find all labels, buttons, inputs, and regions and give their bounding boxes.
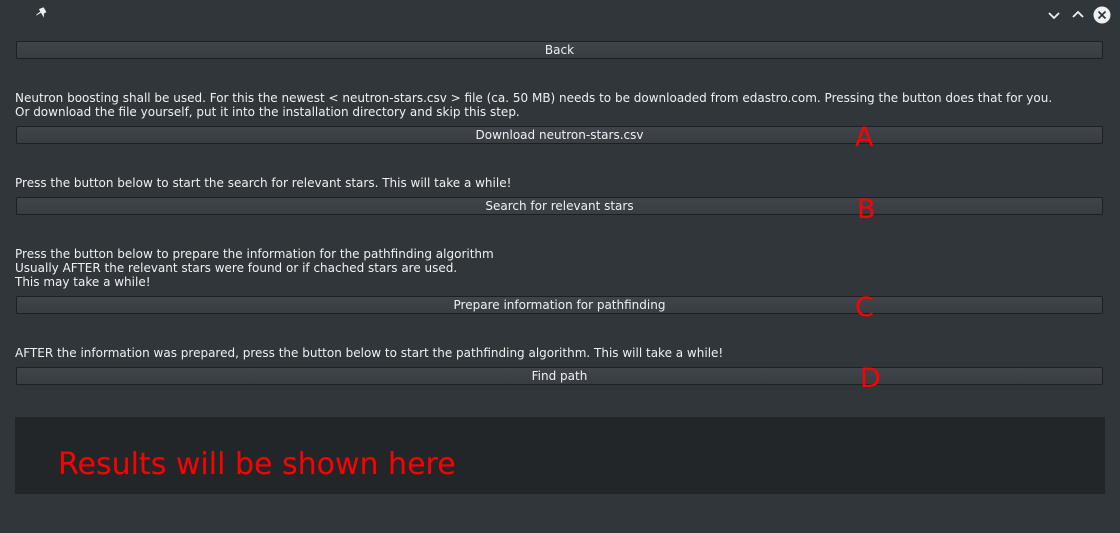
download-description-line1: Neutron boosting shall be used. For this… — [15, 91, 1053, 105]
prepare-description-line2: Usually AFTER the relevant stars were fo… — [15, 261, 458, 275]
annotation-marker-a: A — [855, 122, 874, 153]
chevron-down-icon[interactable] — [1045, 6, 1063, 24]
close-icon[interactable] — [1093, 6, 1111, 24]
download-neutron-stars-button[interactable]: Download neutron-stars.csv — [16, 126, 1103, 144]
prepare-description-line1: Press the button below to prepare the in… — [15, 247, 494, 261]
pin-icon[interactable] — [35, 6, 49, 22]
annotation-marker-d: D — [860, 363, 881, 394]
back-button[interactable]: Back — [16, 41, 1103, 59]
annotation-marker-b: B — [857, 194, 876, 225]
search-description: Press the button below to start the sear… — [15, 176, 512, 190]
search-relevant-stars-button[interactable]: Search for relevant stars — [16, 197, 1103, 215]
annotation-marker-c: C — [855, 292, 874, 323]
results-placeholder-text: Results will be shown here — [58, 447, 456, 482]
prepare-description-line3: This may take a while! — [15, 275, 151, 289]
find-path-description: AFTER the information was prepared, pres… — [15, 346, 724, 360]
results-panel: Results will be shown here — [15, 417, 1105, 494]
download-description-line2: Or download the file yourself, put it in… — [15, 105, 520, 119]
prepare-pathfinding-button[interactable]: Prepare information for pathfinding — [16, 296, 1103, 314]
title-bar — [0, 0, 1120, 30]
find-path-button[interactable]: Find path — [16, 367, 1103, 385]
chevron-up-icon[interactable] — [1069, 6, 1087, 24]
